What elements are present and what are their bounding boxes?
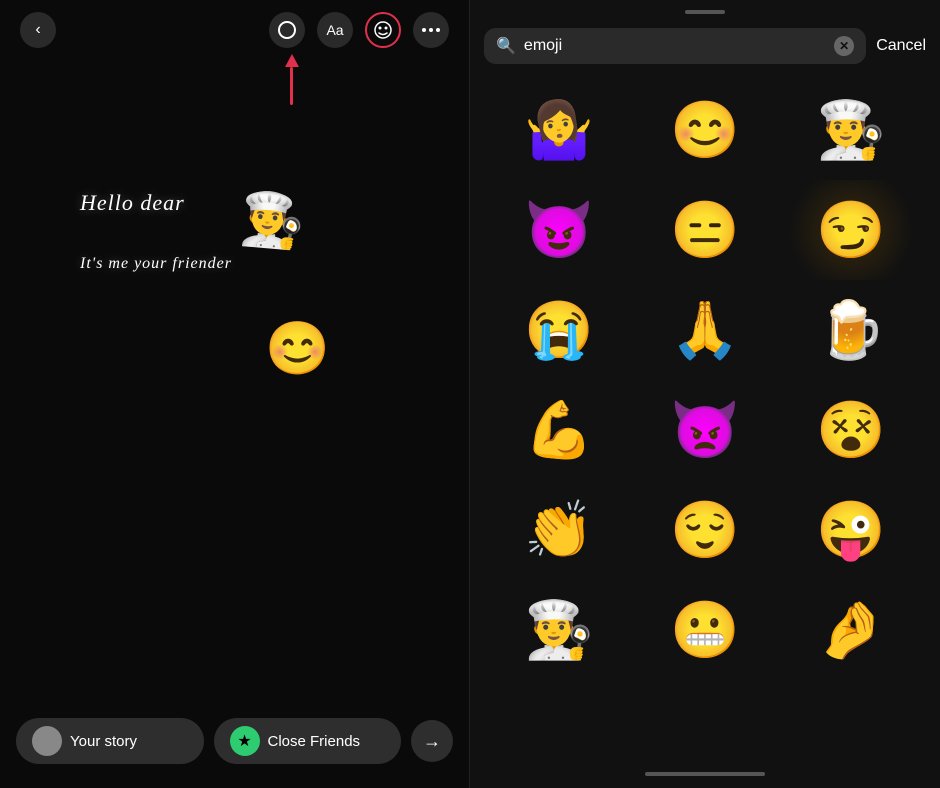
cancel-button[interactable]: Cancel [876, 37, 926, 55]
green-star-icon: ★ [230, 726, 260, 756]
sticker-button[interactable] [365, 12, 401, 48]
send-button[interactable]: → [411, 720, 453, 762]
text-icon: Aa [326, 22, 343, 38]
bottom-bar: Your story ★ Close Friends → [0, 702, 469, 788]
close-friends-label: Close Friends [268, 733, 361, 750]
emoji-cell[interactable]: 😌 [632, 480, 778, 580]
more-button[interactable] [413, 12, 449, 48]
emoji-cell[interactable]: 😜 [778, 480, 924, 580]
search-icon: 🔍 [496, 36, 516, 56]
arrow-indicator [285, 54, 299, 105]
emoji-cell[interactable]: 😵 [778, 380, 924, 480]
text-button[interactable]: Aa [317, 12, 353, 48]
story-text-hello[interactable]: Hello dear [80, 190, 185, 216]
emoji-cell[interactable]: 👏 [486, 480, 632, 580]
emoji-cell[interactable]: 👿 [632, 380, 778, 480]
bottom-indicator [645, 772, 765, 776]
emoji-cell[interactable]: 👨‍🍳 [486, 580, 632, 680]
send-icon: → [423, 731, 441, 752]
search-bar: 🔍 ✕ Cancel [470, 22, 940, 70]
emoji-cell[interactable]: 🤷‍♀️ [486, 80, 632, 180]
emoji-cell[interactable]: 🙏 [632, 280, 778, 380]
emoji-sticker-smile[interactable]: 😊 [265, 318, 330, 379]
circle-button[interactable] [269, 12, 305, 48]
emoji-cell[interactable]: 😈 [486, 180, 632, 280]
emoji-grid: 🤷‍♀️😊👨‍🍳😈😑😏😭🙏🍺💪👿😵👏😌😜👨‍🍳😬🤌 [470, 70, 940, 764]
your-story-label: Your story [70, 733, 137, 750]
arrow-head [285, 54, 299, 67]
emoji-cell[interactable]: 😬 [632, 580, 778, 680]
back-button[interactable]: ‹ [20, 12, 56, 48]
emoji-cell[interactable]: 😑 [632, 180, 778, 280]
clear-button[interactable]: ✕ [834, 36, 854, 56]
emoji-cell[interactable]: 💪 [486, 380, 632, 480]
search-input[interactable] [524, 37, 826, 55]
search-wrapper: 🔍 ✕ [484, 28, 866, 64]
drag-handle[interactable] [685, 10, 725, 14]
emoji-cell[interactable]: 🤌 [778, 580, 924, 680]
top-icons: Aa [269, 12, 449, 48]
emoji-cell[interactable]: 😏 [778, 180, 924, 280]
arrow-shaft [290, 67, 293, 105]
your-story-button[interactable]: Your story [16, 718, 204, 764]
emoji-cell[interactable]: 🍺 [778, 280, 924, 380]
close-friends-button[interactable]: ★ Close Friends [214, 718, 402, 764]
avatar [32, 726, 62, 756]
story-text-friender[interactable]: It's me your friender [80, 255, 232, 273]
story-canvas: Hello dear 👨‍🍳 It's me your friender 😊 [0, 60, 469, 702]
emoji-cell[interactable]: 😭 [486, 280, 632, 380]
emoji-cell[interactable]: 👨‍🍳 [778, 80, 924, 180]
emoji-cell[interactable]: 😊 [632, 80, 778, 180]
emoji-sticker-chef[interactable]: 👨‍🍳 [237, 187, 307, 253]
emoji-picker-panel: 🔍 ✕ Cancel 🤷‍♀️😊👨‍🍳😈😑😏😭🙏🍺💪👿😵👏😌😜👨‍🍳😬🤌 [470, 0, 940, 788]
story-editor-panel: ‹ Aa [0, 0, 470, 788]
top-bar: ‹ Aa [0, 0, 469, 60]
